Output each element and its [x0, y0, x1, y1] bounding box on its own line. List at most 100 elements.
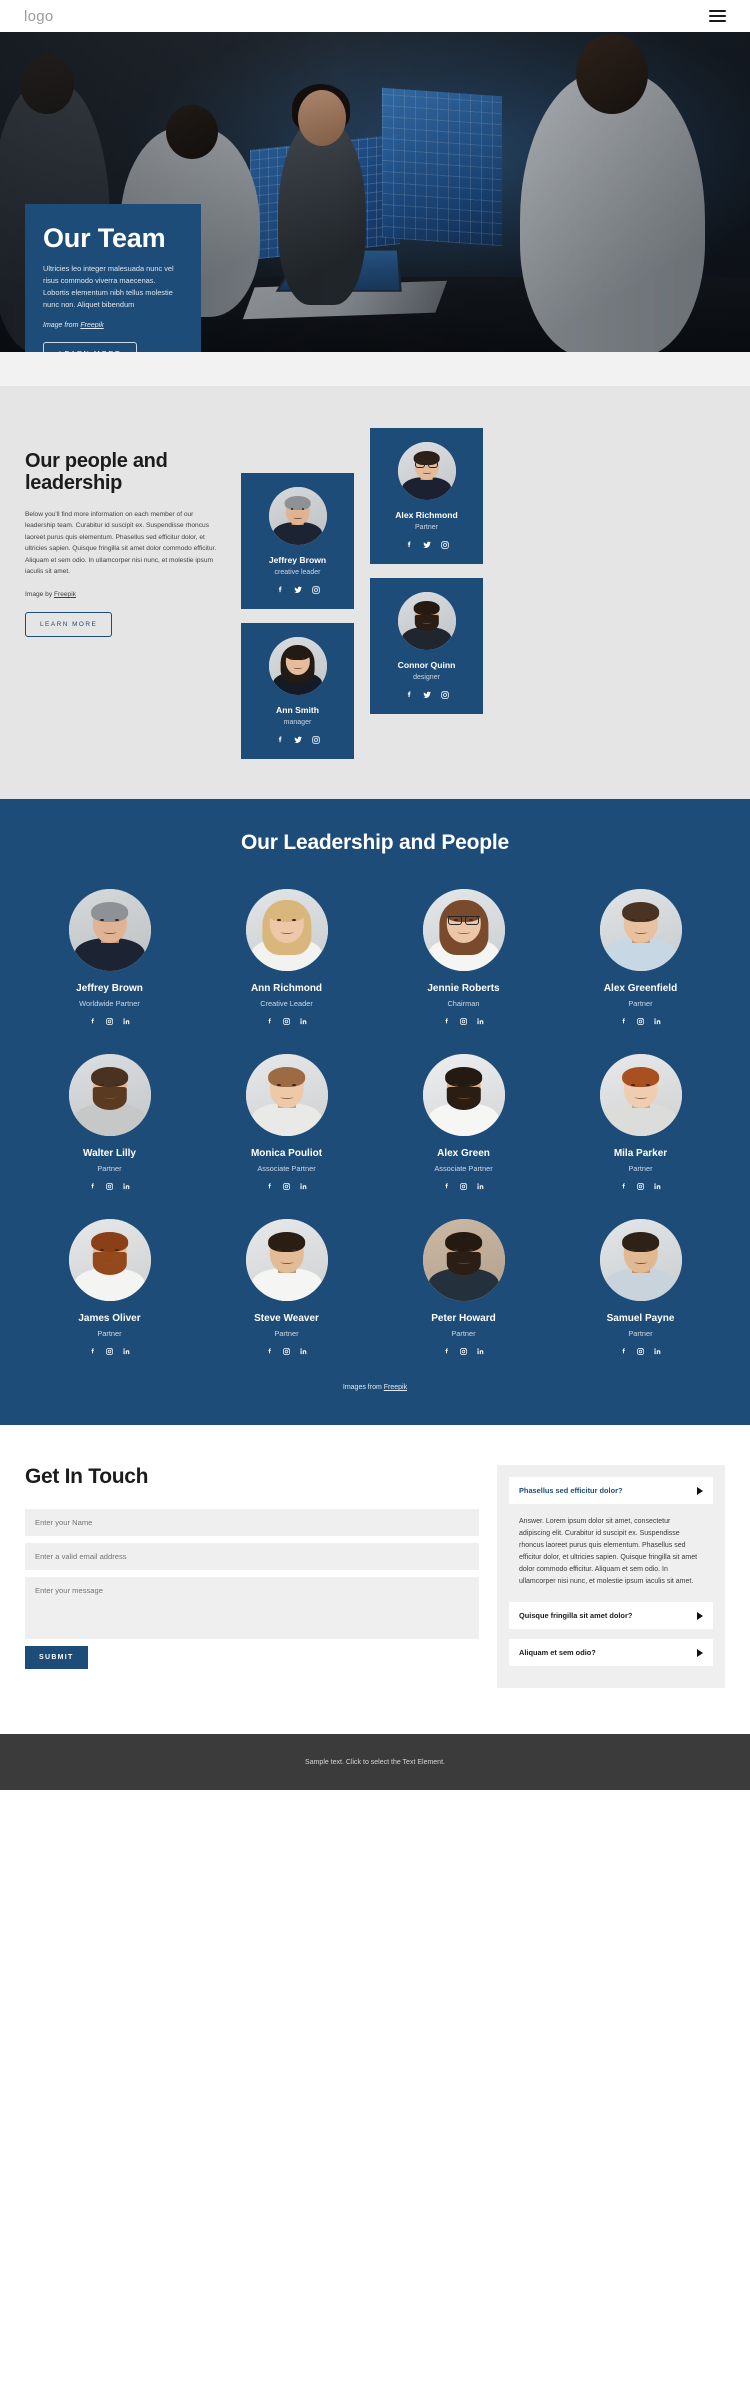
linkedin-icon[interactable] — [476, 1182, 485, 1191]
facebook-icon[interactable] — [442, 1017, 451, 1026]
linkedin-icon[interactable] — [122, 1182, 131, 1191]
linkedin-icon[interactable] — [299, 1347, 308, 1356]
linkedin-icon[interactable] — [299, 1017, 308, 1026]
leadership-images-credit: Images from Freepik — [28, 1384, 722, 1391]
linkedin-icon[interactable] — [653, 1017, 662, 1026]
member-socials — [378, 540, 475, 550]
facebook-icon[interactable] — [404, 690, 414, 700]
avatar-illustration — [268, 487, 327, 545]
instagram-icon[interactable] — [636, 1017, 645, 1026]
avatar-illustration — [68, 1219, 151, 1301]
burger-line — [709, 15, 726, 17]
member-avatar — [422, 889, 505, 971]
avatar-illustration — [397, 442, 456, 500]
linkedin-icon[interactable] — [476, 1347, 485, 1356]
instagram-icon[interactable] — [636, 1347, 645, 1356]
facebook-icon[interactable] — [275, 735, 285, 745]
avatar-illustration — [422, 1054, 505, 1136]
instagram-icon[interactable] — [459, 1017, 468, 1026]
twitter-icon[interactable] — [422, 690, 432, 700]
facebook-icon[interactable] — [619, 1347, 628, 1356]
message-input[interactable] — [25, 1577, 479, 1639]
chevron-right-icon[interactable] — [697, 1486, 703, 1495]
leadership-credit-link[interactable]: Freepik — [384, 1384, 407, 1391]
member-socials — [205, 1017, 368, 1026]
linkedin-icon[interactable] — [122, 1017, 131, 1026]
instagram-icon[interactable] — [311, 735, 321, 745]
email-input[interactable] — [25, 1543, 479, 1570]
avatar-illustration — [68, 1054, 151, 1136]
hamburger-menu-icon[interactable] — [709, 10, 726, 22]
facebook-icon[interactable] — [404, 540, 414, 550]
member-socials — [559, 1182, 722, 1191]
facebook-icon[interactable] — [275, 585, 285, 595]
site-header: logo — [0, 0, 750, 32]
facebook-icon[interactable] — [88, 1017, 97, 1026]
burger-line — [709, 20, 726, 22]
instagram-icon[interactable] — [105, 1347, 114, 1356]
instagram-icon[interactable] — [311, 585, 321, 595]
twitter-icon[interactable] — [293, 585, 303, 595]
facebook-icon[interactable] — [619, 1017, 628, 1026]
member-socials — [205, 1182, 368, 1191]
people-leadership-section: Our people and leadership Below you'll f… — [0, 386, 750, 799]
facebook-icon[interactable] — [88, 1347, 97, 1356]
member-name: Alex Greenfield — [603, 983, 678, 994]
member-role: Partner — [97, 1164, 122, 1173]
faq-question[interactable]: Quisque fringilla sit amet dolor? — [509, 1602, 713, 1630]
faq-question[interactable]: Aliquam et sem odio? — [509, 1639, 713, 1667]
chevron-right-icon[interactable] — [697, 1648, 703, 1657]
footer-text: Sample text. Click to select the Text El… — [305, 1758, 445, 1766]
leadership-member-card: Walter Lilly Partner — [28, 1054, 191, 1191]
member-avatar — [599, 1219, 682, 1301]
member-avatar — [68, 889, 151, 971]
submit-button[interactable]: SUBMIT — [25, 1646, 88, 1669]
linkedin-icon[interactable] — [476, 1017, 485, 1026]
featured-member-card: Jeffrey Brown creative leader — [241, 473, 354, 609]
instagram-icon[interactable] — [282, 1017, 291, 1026]
twitter-icon[interactable] — [293, 735, 303, 745]
instagram-icon[interactable] — [636, 1182, 645, 1191]
instagram-icon[interactable] — [459, 1182, 468, 1191]
chevron-right-icon[interactable] — [697, 1611, 703, 1620]
leadership-member-card: Steve Weaver Partner — [205, 1219, 368, 1356]
facebook-icon[interactable] — [88, 1182, 97, 1191]
avatar-illustration — [422, 1219, 505, 1301]
leadership-grid-section: Our Leadership and People Jeffrey Brown W… — [0, 799, 750, 1425]
logo[interactable]: logo — [24, 8, 54, 25]
instagram-icon[interactable] — [440, 540, 450, 550]
featured-member-card: Connor Quinn designer — [370, 578, 483, 714]
facebook-icon[interactable] — [442, 1182, 451, 1191]
linkedin-icon[interactable] — [299, 1182, 308, 1191]
hero-learn-more-button[interactable]: LEARN MORE — [43, 342, 138, 352]
people-learn-more-button[interactable]: LEARN MORE — [25, 611, 113, 637]
people-credit-link[interactable]: Freepik — [54, 591, 76, 598]
twitter-icon[interactable] — [422, 540, 432, 550]
facebook-icon[interactable] — [265, 1347, 274, 1356]
instagram-icon[interactable] — [282, 1182, 291, 1191]
facebook-icon[interactable] — [265, 1017, 274, 1026]
member-role: creative leader — [274, 569, 321, 576]
linkedin-icon[interactable] — [653, 1347, 662, 1356]
facebook-icon[interactable] — [265, 1182, 274, 1191]
name-input[interactable] — [25, 1509, 479, 1536]
instagram-icon[interactable] — [105, 1182, 114, 1191]
hero-credit-link[interactable]: Freepik — [80, 322, 103, 329]
hero-body: Ultricies leo integer malesuada nunc vel… — [43, 264, 174, 310]
faq-accordion: Phasellus sed efficitur dolor? Answer. Lo… — [497, 1465, 725, 1689]
linkedin-icon[interactable] — [122, 1347, 131, 1356]
instagram-icon[interactable] — [282, 1347, 291, 1356]
leadership-member-card: Alex Green Associate Partner — [382, 1054, 545, 1191]
linkedin-icon[interactable] — [653, 1182, 662, 1191]
instagram-icon[interactable] — [459, 1347, 468, 1356]
member-avatar — [245, 889, 328, 971]
faq-question[interactable]: Phasellus sed efficitur dolor? — [509, 1477, 713, 1504]
facebook-icon[interactable] — [442, 1347, 451, 1356]
member-role: Partner — [628, 1329, 653, 1338]
featured-member-card: Ann Smith manager — [241, 623, 354, 759]
instagram-icon[interactable] — [440, 690, 450, 700]
facebook-icon[interactable] — [619, 1182, 628, 1191]
member-socials — [28, 1182, 191, 1191]
instagram-icon[interactable] — [105, 1017, 114, 1026]
member-role: Worldwide Partner — [79, 999, 140, 1008]
